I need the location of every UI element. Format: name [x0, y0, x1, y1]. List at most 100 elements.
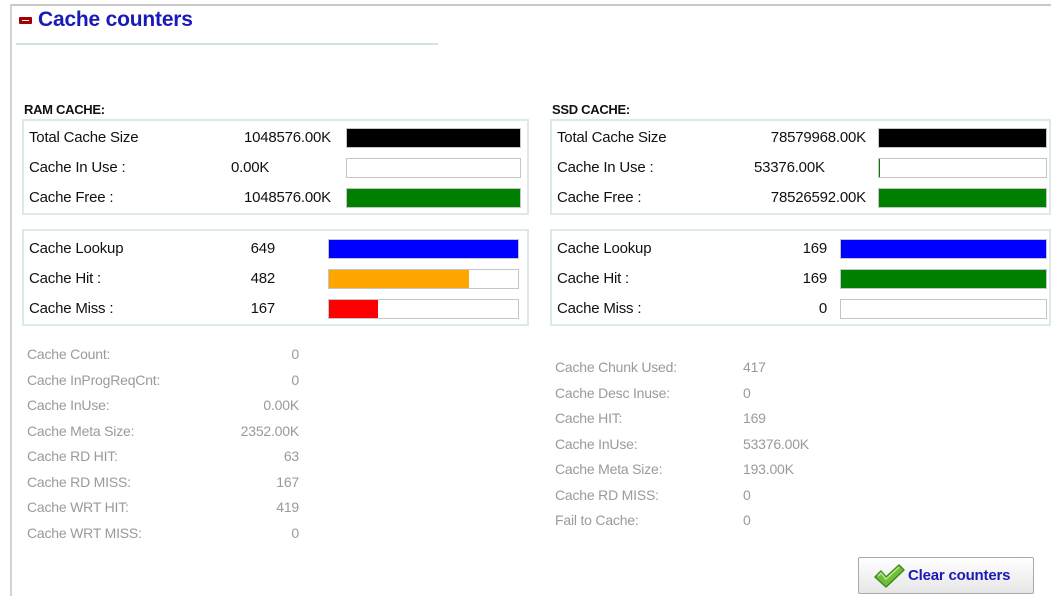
ram-free-label: Cache Free : [29, 189, 114, 206]
ram-total-size-bar-fill [347, 129, 520, 147]
ssd-stat-label: Fail to Cache: [555, 512, 639, 528]
ssd-stat-value: 0 [743, 512, 751, 528]
ram-stat-value: 0 [291, 524, 299, 541]
ssd-total-size-label: Total Cache Size [557, 129, 667, 146]
ssd-miss-value: 0 [818, 300, 827, 317]
section-title: Cache counters [38, 8, 193, 31]
ram-hit-bar [328, 269, 519, 289]
collapse-icon[interactable] [19, 17, 32, 24]
ram-stat-label: Cache InUse: [27, 397, 110, 413]
ssd-total-size-bar [878, 128, 1047, 148]
ram-stat-value: 63 [283, 448, 299, 464]
ssd-lookup-row: Cache Lookup 169 [552, 234, 1049, 264]
ram-in-use-row: Cache In Use : 0.00K [24, 153, 527, 183]
ssd-in-use-value: 53376.00K [754, 159, 825, 176]
panel-left-border [10, 4, 12, 596]
clear-counters-button[interactable]: Clear counters [858, 557, 1034, 594]
ssd-total-size-row: Total Cache Size 78579968.00K [552, 123, 1049, 153]
ssd-in-use-label: Cache In Use : [557, 159, 654, 176]
ram-lookup-label: Cache Lookup [29, 240, 124, 257]
ram-stat-label: Cache RD HIT: [27, 448, 118, 464]
ssd-in-use-bar [878, 158, 1047, 178]
ram-free-value: 1048576.00K [243, 189, 331, 206]
ram-stat-label: Cache Count: [27, 346, 111, 362]
ssd-total-size-value: 78579968.00K [770, 129, 866, 146]
ram-free-bar [346, 188, 521, 208]
ssd-hit-bar [840, 269, 1047, 289]
ssd-stat-value: 193.00K [743, 461, 794, 477]
ssd-free-bar-fill [879, 189, 1046, 207]
panel-top-border [10, 4, 1051, 6]
ram-stat-value: 0 [291, 371, 299, 388]
ssd-cache-heading: SSD CACHE: [552, 102, 630, 117]
ssd-hit-label: Cache Hit : [557, 270, 629, 287]
ssd-hit-value: 169 [802, 270, 828, 287]
ram-stat-label: Cache InProgReqCnt: [27, 371, 161, 388]
ram-lookup-bar-fill [329, 240, 518, 258]
ssd-lookup-bar [840, 239, 1047, 259]
ssd-in-use-row: Cache In Use : 53376.00K [552, 153, 1049, 183]
ram-stat-label: Cache RD MISS: [27, 473, 131, 490]
ssd-stat-label: Cache InUse: [555, 435, 638, 452]
ram-hit-row: Cache Hit : 482 [24, 264, 527, 294]
ssd-lookup-label: Cache Lookup [557, 240, 652, 257]
ram-stat-value: 167 [276, 473, 299, 490]
ram-lookup-bar [328, 239, 519, 259]
ram-stat-value: 2352.00K [240, 422, 300, 439]
ssd-free-label: Cache Free : [557, 189, 642, 206]
ssd-stat-label: Cache HIT: [555, 410, 623, 426]
ssd-stat-label: Cache RD MISS: [555, 486, 659, 503]
ram-stat-label: Cache WRT MISS: [27, 524, 142, 541]
ssd-stat-label: Cache Desc Inuse: [555, 384, 670, 401]
ram-lookup-value: 649 [250, 240, 276, 257]
ram-stat-label: Cache Meta Size: [27, 422, 135, 439]
ram-lookup-row: Cache Lookup 649 [24, 234, 527, 264]
ram-miss-value: 167 [250, 300, 276, 317]
ram-in-use-label: Cache In Use : [29, 159, 126, 176]
ram-stat-value: 419 [276, 499, 299, 515]
ram-free-bar-fill [347, 189, 520, 207]
ram-miss-label: Cache Miss : [29, 300, 114, 317]
ram-miss-row: Cache Miss : 167 [24, 294, 527, 324]
ram-total-size-label: Total Cache Size [29, 129, 139, 146]
ram-cache-heading: RAM CACHE: [24, 102, 105, 117]
checkmark-icon [874, 563, 905, 588]
ssd-stat-label: Cache Chunk Used: [555, 359, 677, 375]
ram-hit-label: Cache Hit : [29, 270, 101, 287]
ram-hit-value: 482 [250, 270, 276, 287]
ram-miss-bar [328, 299, 519, 319]
ssd-stat-value: 53376.00K [743, 435, 809, 452]
clear-counters-label: Clear counters [908, 567, 1011, 584]
ssd-free-row: Cache Free : 78526592.00K [552, 183, 1049, 213]
ssd-size-group: Total Cache Size 78579968.00K Cache In U… [550, 119, 1051, 215]
ssd-stat-value: 169 [743, 410, 766, 426]
ram-size-group: Total Cache Size 1048576.00K Cache In Us… [22, 119, 529, 215]
ram-in-use-bar [346, 158, 521, 178]
ssd-stat-label: Cache Meta Size: [555, 461, 663, 477]
ram-total-size-bar [346, 128, 521, 148]
ram-miss-bar-fill [329, 300, 378, 318]
ssd-lookup-value: 169 [802, 240, 828, 257]
title-underline [16, 43, 438, 45]
ram-stat-label: Cache WRT HIT: [27, 499, 129, 515]
ram-free-row: Cache Free : 1048576.00K [24, 183, 527, 213]
ssd-miss-label: Cache Miss : [557, 300, 642, 317]
ssd-stat-value: 0 [743, 486, 751, 503]
ssd-stat-value: 417 [743, 359, 766, 375]
ram-stat-value: 0.00K [263, 397, 299, 413]
ram-stat-value: 0 [291, 346, 299, 362]
ssd-free-value: 78526592.00K [770, 189, 866, 206]
ssd-stat-value: 0 [743, 384, 751, 401]
ssd-miss-bar [840, 299, 1047, 319]
ssd-lookup-group: Cache Lookup 169 Cache Hit : 169 Cache M… [550, 229, 1051, 326]
ram-hit-bar-fill [329, 270, 470, 288]
ssd-hit-row: Cache Hit : 169 [552, 264, 1049, 294]
ssd-hit-bar-fill [841, 270, 1046, 288]
ram-total-size-value: 1048576.00K [243, 129, 331, 146]
ram-in-use-value: 0.00K [231, 159, 270, 176]
ram-total-size-row: Total Cache Size 1048576.00K [24, 123, 527, 153]
ssd-lookup-bar-fill [841, 240, 1046, 258]
ssd-total-size-bar-fill [879, 129, 1046, 147]
ssd-miss-row: Cache Miss : 0 [552, 294, 1049, 324]
ram-lookup-group: Cache Lookup 649 Cache Hit : 482 Cache M… [22, 229, 529, 326]
